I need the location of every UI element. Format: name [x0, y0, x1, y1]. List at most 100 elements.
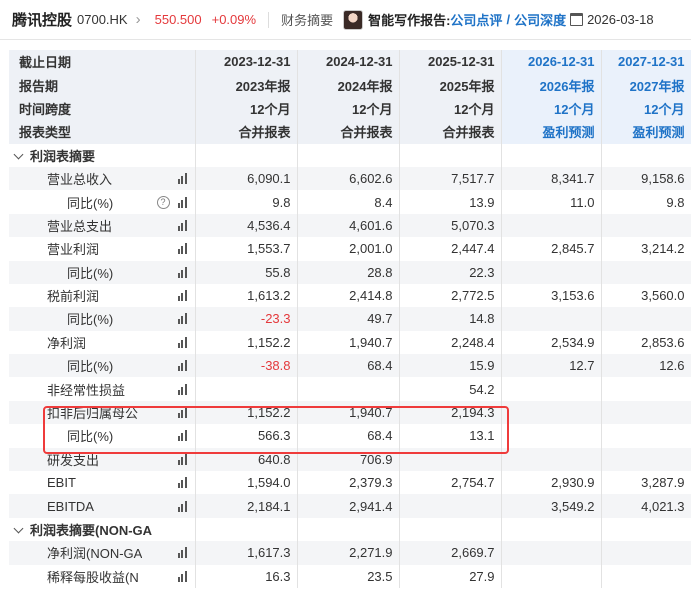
- row-label-cell: 净利润: [9, 330, 196, 355]
- table-row: 同比(%)? 9.8 8.4 13.9 11.0 9.8: [9, 190, 691, 214]
- bar-chart-icon[interactable]: [177, 173, 187, 185]
- financial-summary-tab[interactable]: 财务摘要: [281, 10, 333, 29]
- company-review-link[interactable]: 公司点评: [450, 10, 502, 29]
- value-cell: [601, 400, 691, 425]
- value-cell: 2,447.4: [399, 237, 502, 261]
- row-tools: [177, 430, 187, 442]
- row-tools: [177, 453, 187, 465]
- table-row: 同比(%) 55.8 28.8 22.3: [9, 260, 691, 284]
- row-label-text: 营业利润: [47, 242, 100, 258]
- row-tools: ?: [156, 195, 187, 209]
- bar-chart-icon[interactable]: [177, 290, 187, 302]
- bar-chart-icon[interactable]: [177, 219, 187, 231]
- value-cell: 2,754.7: [399, 471, 502, 495]
- value-cell: [501, 541, 602, 565]
- row-label-cell: 营业总支出: [9, 213, 196, 238]
- section-header[interactable]: 利润表摘要: [9, 143, 691, 167]
- table-row: 扣非后归属母公 1,152.2 1,940.7 2,194.3: [9, 400, 691, 425]
- bar-chart-icon[interactable]: [177, 196, 187, 208]
- value-cell: 6,090.1: [195, 166, 298, 191]
- bar-chart-icon[interactable]: [177, 500, 187, 512]
- row-label: 同比(%): [19, 356, 194, 375]
- section-title-cell[interactable]: 利润表摘要(NON-GA: [9, 517, 196, 542]
- chevron-down-icon[interactable]: [13, 149, 24, 160]
- bar-chart-icon[interactable]: [177, 453, 187, 465]
- row-label: 净利润(NON-GA: [19, 543, 194, 562]
- table-row: 同比(%) 566.3 68.4 13.1: [9, 424, 691, 448]
- bar-chart-icon[interactable]: [177, 243, 187, 255]
- company-depth-link[interactable]: 公司深度: [514, 10, 566, 29]
- value-cell: 54.2: [399, 377, 502, 401]
- value-cell: [501, 447, 602, 472]
- row-label: 净利润: [19, 333, 194, 352]
- bar-chart-icon[interactable]: [177, 360, 187, 372]
- bar-chart-icon[interactable]: [177, 570, 187, 582]
- value-cell: 9.8: [601, 190, 691, 214]
- row-label: 税前利润: [19, 286, 194, 305]
- value-cell: 1,152.2: [195, 400, 298, 425]
- row-label-cell: 研发支出: [9, 447, 196, 472]
- stock-name[interactable]: 腾讯控股: [12, 9, 72, 30]
- row-tools: [177, 173, 187, 185]
- row-label-text: EBIT: [47, 475, 76, 491]
- value-cell: 23.5: [297, 564, 400, 588]
- value-cell: 7,517.7: [399, 166, 502, 191]
- bar-chart-icon[interactable]: [177, 477, 187, 489]
- header-cell: 盈利预测: [501, 120, 602, 144]
- header-cell: 2024年报: [297, 73, 400, 97]
- link-separator: /: [506, 12, 511, 27]
- row-label-text: 同比(%): [67, 429, 114, 445]
- header-cell: 2023年报: [195, 73, 298, 97]
- bar-chart-icon[interactable]: [177, 336, 187, 348]
- table-row: 同比(%) -23.3 49.7 14.8: [9, 307, 691, 331]
- value-cell: [601, 307, 691, 331]
- bar-chart-icon[interactable]: [177, 430, 187, 442]
- header-cell: 合并报表: [399, 120, 502, 144]
- report-date[interactable]: 2026-03-18: [587, 12, 654, 27]
- header-cell: 12个月: [501, 96, 602, 121]
- value-cell: 2,853.6: [601, 330, 691, 355]
- row-label: 扣非后归属母公: [19, 403, 194, 422]
- chevron-right-icon[interactable]: ›: [136, 11, 141, 28]
- row-label: 同比(%): [19, 263, 194, 282]
- row-label-cell: 营业总收入: [9, 166, 196, 191]
- value-cell: 2,930.9: [501, 471, 602, 495]
- bar-chart-icon[interactable]: [177, 313, 187, 325]
- section-header[interactable]: 利润表摘要(NON-GA: [9, 517, 691, 542]
- header-cell: 2025-12-31: [399, 50, 502, 74]
- table-row: 研发支出 640.8 706.9: [9, 447, 691, 472]
- value-cell: [501, 377, 602, 401]
- header-cell: 12个月: [297, 96, 400, 121]
- value-cell: 4,601.6: [297, 213, 400, 238]
- value-cell: 1,152.2: [195, 330, 298, 355]
- calendar-icon[interactable]: [570, 13, 584, 26]
- header-cell: 2023-12-31: [195, 50, 298, 74]
- header-cell: 2025年报: [399, 73, 502, 97]
- value-cell: 2,248.4: [399, 330, 502, 355]
- empty-cell: [399, 517, 502, 542]
- value-cell: 14.8: [399, 307, 502, 331]
- header-row: 报表类型 合并报表 合并报表 合并报表 盈利预测 盈利预测: [9, 120, 691, 144]
- bar-chart-icon[interactable]: [177, 383, 187, 395]
- value-cell: [601, 564, 691, 588]
- value-cell: 2,669.7: [399, 541, 502, 565]
- table-row: 同比(%) -38.8 68.4 15.9 12.7 12.6: [9, 354, 691, 378]
- row-tools: [177, 477, 187, 489]
- value-cell: 3,560.0: [601, 283, 691, 308]
- row-tools: [177, 383, 187, 395]
- section-title-cell[interactable]: 利润表摘要: [9, 143, 196, 167]
- bar-chart-icon[interactable]: [177, 266, 187, 278]
- row-label-cell: 同比(%)?: [9, 190, 196, 214]
- value-cell: 68.4: [297, 424, 400, 448]
- value-cell: [195, 377, 298, 401]
- chevron-down-icon[interactable]: [13, 523, 24, 534]
- bar-chart-icon[interactable]: [177, 407, 187, 419]
- row-label: 营业利润: [19, 239, 194, 258]
- row-label-cell: EBITDA: [9, 494, 196, 518]
- row-label-text: 营业总收入: [47, 172, 113, 188]
- financial-summary-table: 截止日期 2023-12-31 2024-12-31 2025-12-31 2026-1…: [9, 50, 691, 588]
- row-label: 同比(%)?: [19, 193, 194, 212]
- bar-chart-icon[interactable]: [177, 547, 187, 559]
- header-row: 截止日期 2023-12-31 2024-12-31 2025-12-31 2026-1…: [9, 50, 691, 74]
- help-circle-icon[interactable]: ?: [156, 195, 170, 209]
